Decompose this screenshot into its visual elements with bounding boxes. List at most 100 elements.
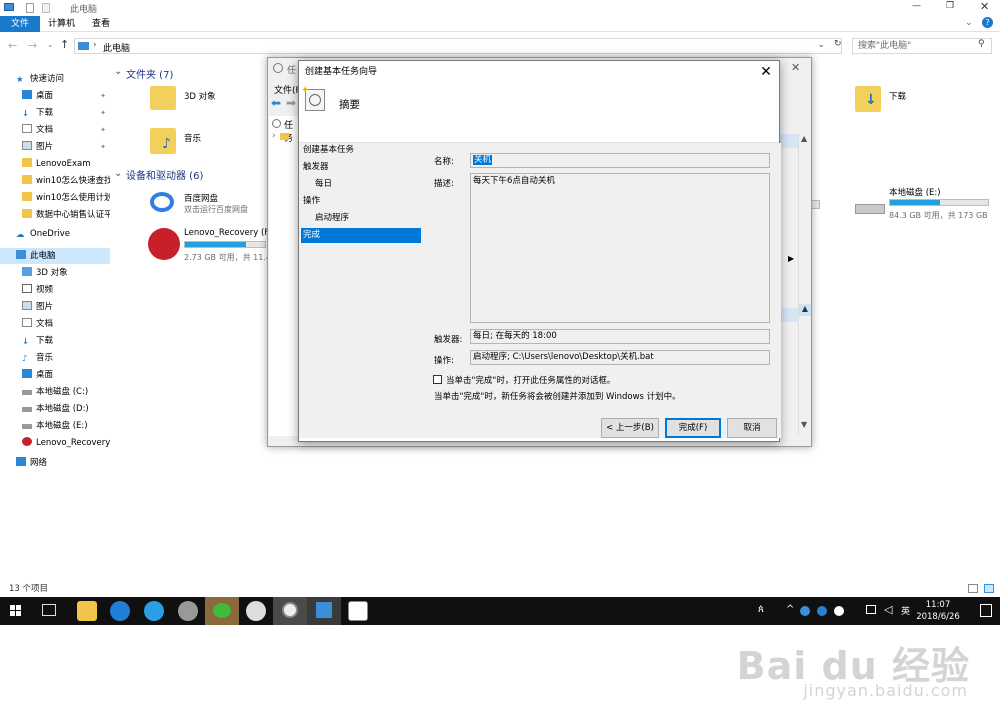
- recent-dropdown-icon[interactable]: ⌄: [47, 40, 54, 49]
- tab-computer[interactable]: 计算机: [38, 16, 85, 32]
- forward-arrow-icon[interactable]: →: [28, 39, 37, 52]
- step-create-basic-task[interactable]: 创建基本任务: [301, 143, 421, 158]
- drive-lenovo-recovery[interactable]: Lenovo_Recovery (F:) 2.73 GB 可用，共 11.4: [148, 228, 275, 268]
- tab-file[interactable]: 文件: [0, 16, 40, 32]
- forward-arrow-icon[interactable]: ➡: [286, 96, 296, 110]
- back-button[interactable]: < 上一步(B): [601, 418, 659, 438]
- notification-icon[interactable]: [866, 605, 876, 614]
- nav-desktop[interactable]: 桌面 ✦: [22, 88, 110, 104]
- nav-pc-disk-c[interactable]: 本地磁盘 (C:): [22, 384, 110, 400]
- file-explorer-icon[interactable]: [77, 601, 97, 621]
- address-box[interactable]: › 此电脑 ⌄: [74, 38, 842, 54]
- app-icon[interactable]: [307, 597, 341, 625]
- windows-start-icon[interactable]: [10, 605, 22, 617]
- maximize-button[interactable]: ❐: [946, 1, 954, 11]
- nav-pc-videos[interactable]: 视频: [22, 282, 110, 298]
- nav-folder-lenovoexam[interactable]: LenovoExam: [22, 156, 110, 172]
- wechat-icon[interactable]: [205, 597, 239, 625]
- close-icon[interactable]: ✕: [757, 63, 775, 81]
- step-action[interactable]: 操作: [301, 194, 421, 209]
- nav-pc-disk-d[interactable]: 本地磁盘 (D:): [22, 401, 110, 417]
- properties-icon[interactable]: [26, 3, 34, 13]
- internet-explorer-icon[interactable]: [144, 601, 164, 621]
- nav-this-pc[interactable]: 此电脑: [0, 248, 110, 264]
- people-icon[interactable]: ጰ: [758, 604, 764, 615]
- ts-scrollbar[interactable]: ▲ ▲ ▼: [798, 134, 811, 434]
- tiles-view-icon[interactable]: [984, 584, 994, 593]
- nav-pc-disk-e[interactable]: 本地磁盘 (E:): [22, 418, 110, 434]
- ts-close-button[interactable]: ✕: [791, 61, 800, 74]
- breadcrumb-separator-icon[interactable]: ›: [93, 40, 97, 50]
- search-icon[interactable]: ⚲: [978, 39, 985, 49]
- nav-pc-lenovo-recovery[interactable]: Lenovo_Recovery: [22, 435, 110, 451]
- nav-downloads[interactable]: ↓ 下载 ✦: [22, 105, 110, 121]
- finish-button[interactable]: 完成(F): [665, 418, 721, 438]
- folder-downloads[interactable]: ↓ 下载: [855, 86, 965, 116]
- tray-app-icon[interactable]: [817, 606, 827, 616]
- nav-pc-desktop[interactable]: 桌面: [22, 367, 110, 383]
- folder-3d-objects[interactable]: 3D 对象: [150, 86, 260, 114]
- name-field[interactable]: 关机: [470, 153, 770, 168]
- nav-pc-3d[interactable]: 3D 对象: [22, 265, 110, 281]
- nav-folder-win10-find[interactable]: win10怎么快速查找: [22, 173, 110, 189]
- ime-indicator[interactable]: 英: [901, 604, 910, 617]
- tray-app-icon[interactable]: [800, 606, 810, 616]
- help-icon[interactable]: ?: [982, 17, 993, 28]
- nav-pictures[interactable]: 图片 ✦: [22, 139, 110, 155]
- volume-icon[interactable]: ◁: [884, 603, 892, 616]
- nav-documents[interactable]: 文档 ✦: [22, 122, 110, 138]
- up-arrow-icon[interactable]: ↑: [60, 38, 69, 51]
- chevron-up-icon[interactable]: ^: [786, 604, 794, 615]
- scroll-up-icon[interactable]: ▲: [799, 304, 811, 316]
- address-dropdown-icon[interactable]: ⌄: [817, 40, 825, 50]
- clock[interactable]: 11:07 2018/6/26: [916, 599, 960, 623]
- nav-folder-datacenter[interactable]: 数据中心销售认证平: [22, 207, 110, 223]
- folder-music[interactable]: ♪ 音乐: [150, 128, 260, 156]
- drives-header[interactable]: 设备和驱动器 (6): [126, 167, 203, 182]
- trigger-field[interactable]: 每日; 在每天的 18:00: [470, 329, 770, 344]
- pin-icon[interactable]: ✦: [100, 122, 106, 138]
- description-field[interactable]: 每天下午6点自动关机: [470, 173, 770, 323]
- task-scheduler-taskbar-icon[interactable]: [273, 597, 307, 625]
- breadcrumb-this-pc[interactable]: 此电脑: [103, 41, 130, 54]
- step-finish[interactable]: 完成: [301, 228, 421, 243]
- step-start-program[interactable]: 启动程序: [301, 211, 421, 226]
- close-button[interactable]: ✕: [980, 0, 989, 13]
- tab-view[interactable]: 查看: [82, 16, 120, 32]
- expand-ribbon-icon[interactable]: ⌄: [965, 18, 973, 28]
- expand-right-icon[interactable]: ▶: [788, 254, 794, 263]
- nav-pc-music[interactable]: ♪ 音乐: [22, 350, 110, 366]
- open-properties-checkbox[interactable]: [433, 375, 442, 384]
- app-icon[interactable]: [178, 601, 198, 621]
- open-properties-label[interactable]: 当单击"完成"时，打开此任务属性的对话框。: [446, 374, 615, 386]
- edge-browser-icon[interactable]: [110, 601, 130, 621]
- refresh-icon[interactable]: ↻: [834, 39, 842, 49]
- pin-icon[interactable]: ✦: [100, 139, 106, 155]
- minimize-button[interactable]: —: [912, 1, 921, 11]
- expand-icon[interactable]: ›: [272, 131, 276, 141]
- back-arrow-icon[interactable]: ⬅: [271, 96, 281, 110]
- quick-access-toolbar[interactable]: [4, 3, 54, 13]
- search-input[interactable]: 搜索"此电脑": [852, 38, 992, 54]
- task-view-icon[interactable]: [42, 604, 56, 616]
- cancel-button[interactable]: 取消: [727, 418, 777, 438]
- new-folder-icon[interactable]: [42, 3, 50, 13]
- browser-icon[interactable]: [246, 601, 266, 621]
- drive-local-e[interactable]: 本地磁盘 (E:) 84.3 GB 可用，共 173 GB: [855, 184, 995, 224]
- folders-header[interactable]: 文件夹 (7): [126, 66, 173, 81]
- chevron-down-icon[interactable]: ⌄: [114, 168, 122, 179]
- nav-pc-downloads[interactable]: ↓ 下载: [22, 333, 110, 349]
- pin-icon[interactable]: ✦: [100, 105, 106, 121]
- back-arrow-icon[interactable]: ←: [8, 39, 17, 52]
- details-view-icon[interactable]: [968, 584, 978, 593]
- chevron-down-icon[interactable]: ⌄: [114, 66, 122, 77]
- tray-app-icon[interactable]: [834, 606, 844, 616]
- step-daily[interactable]: 每日: [301, 177, 421, 192]
- action-center-icon[interactable]: [980, 604, 992, 617]
- step-trigger[interactable]: 触发器: [301, 160, 421, 175]
- action-field[interactable]: 启动程序; C:\Users\lenovo\Desktop\关机.bat: [470, 350, 770, 365]
- ts-tree-root[interactable]: 任务: [284, 118, 298, 144]
- photos-icon[interactable]: [348, 601, 368, 621]
- ts-menu-file[interactable]: 文件(F: [274, 83, 301, 96]
- scroll-up-icon[interactable]: ▲: [801, 134, 807, 143]
